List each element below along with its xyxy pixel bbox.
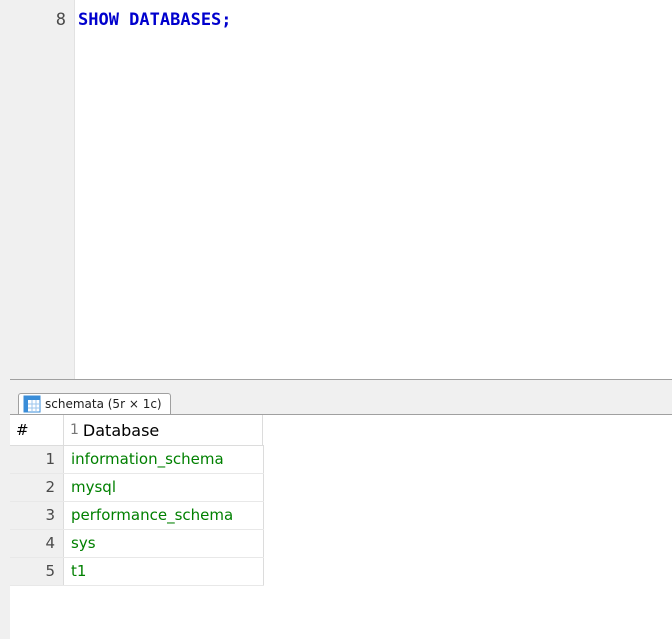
result-tab-bar: schemata (5r × 1c) <box>10 380 672 415</box>
tab-label: schemata (5r × 1c) <box>45 397 162 411</box>
row-number: 1 <box>10 446 63 473</box>
row-number-header: # <box>16 421 29 439</box>
line-number: 8 <box>55 10 66 30</box>
result-tab-schemata[interactable]: schemata (5r × 1c) <box>18 393 171 414</box>
database-cell[interactable]: performance_schema <box>63 502 264 529</box>
sql-editor[interactable]: 7 8 SHOW DATABASES; <box>10 0 672 379</box>
row-number: 2 <box>10 474 63 501</box>
row-number: 5 <box>10 558 63 585</box>
grid-header: # 1 Database <box>10 415 264 446</box>
database-cell[interactable]: mysql <box>63 474 264 501</box>
table-row[interactable]: 3 performance_schema <box>10 502 264 530</box>
row-number: 3 <box>10 502 63 529</box>
column-index: 1 <box>70 422 79 438</box>
code-line[interactable]: SHOW DATABASES; <box>78 10 232 30</box>
database-cell[interactable]: sys <box>63 530 264 557</box>
table-grid-icon <box>23 395 41 413</box>
table-row[interactable]: 1 information_schema <box>10 446 264 474</box>
database-cell[interactable]: t1 <box>63 558 264 585</box>
line-number: 7 <box>26 0 66 4</box>
line-number-gutter: 7 8 <box>10 0 75 379</box>
grid-rows: 1 information_schema 2 mysql 3 performan… <box>10 446 264 586</box>
database-cell[interactable]: information_schema <box>63 446 264 473</box>
column-header-database[interactable]: 1 Database <box>63 415 263 445</box>
result-grid[interactable]: # 1 Database 1 information_schema 2 mysq… <box>10 415 672 639</box>
row-number: 4 <box>10 530 63 557</box>
table-row[interactable]: 4 sys <box>10 530 264 558</box>
table-row[interactable]: 2 mysql <box>10 474 264 502</box>
column-name: Database <box>82 420 160 440</box>
table-row[interactable]: 5 t1 <box>10 558 264 586</box>
